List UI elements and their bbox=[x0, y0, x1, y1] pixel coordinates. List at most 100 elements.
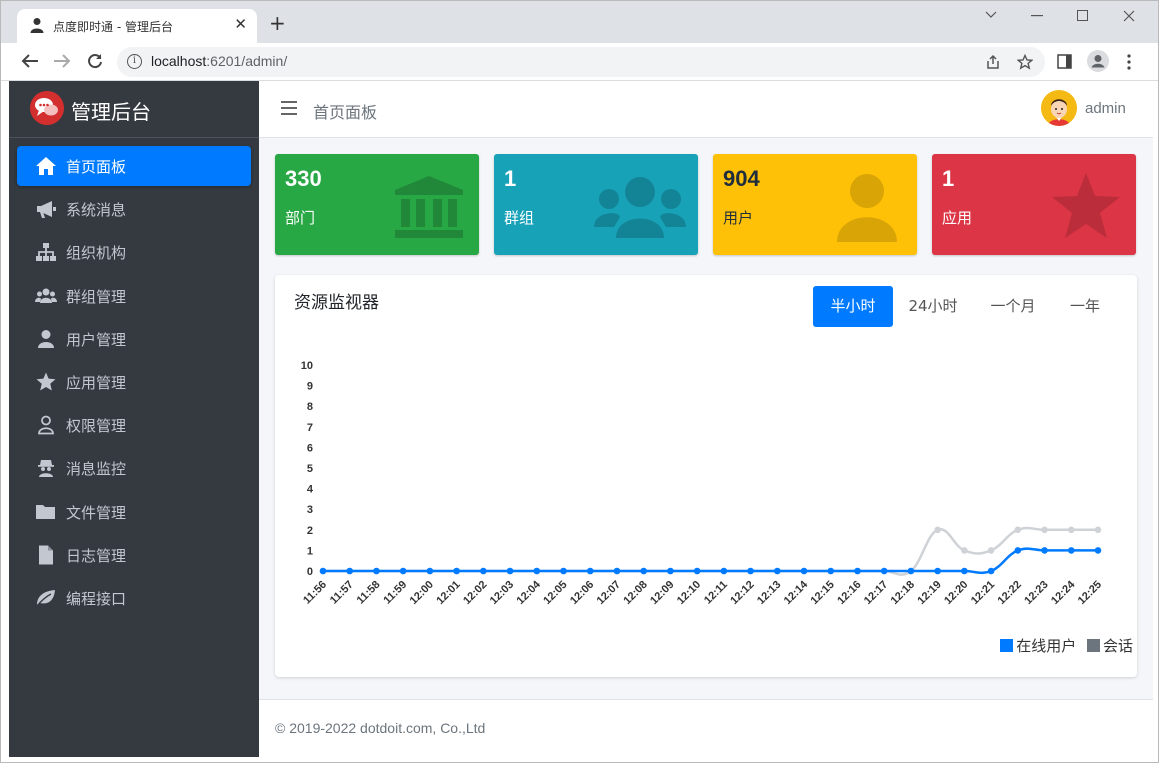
url-host: localhost bbox=[151, 53, 207, 69]
sidebar-item-dashboard[interactable]: 首页面板 bbox=[17, 146, 251, 186]
data-point-sessions bbox=[1041, 526, 1048, 534]
x-tick-label: 12:18 bbox=[889, 579, 917, 607]
legend-label: 在线用户 bbox=[1016, 637, 1077, 655]
data-point-online-users bbox=[373, 567, 380, 575]
range-tab-year[interactable]: 一年 bbox=[1055, 286, 1115, 327]
sidebar-item-logs[interactable]: 日志管理 bbox=[17, 535, 251, 575]
stat-card-groups[interactable]: 1 群组 bbox=[494, 154, 698, 255]
sidebar-item-applications[interactable]: 应用管理 bbox=[17, 362, 251, 402]
x-tick-label: 12:16 bbox=[835, 579, 863, 607]
share-icon[interactable] bbox=[985, 54, 1001, 70]
legend-swatch bbox=[1086, 639, 1100, 652]
main-content: 首页面板 admin 330 部门 1 群组 904 用户 1 应用 资源监视器… bbox=[259, 81, 1153, 757]
username[interactable]: admin bbox=[1085, 100, 1126, 117]
maximize-icon[interactable] bbox=[1077, 10, 1088, 21]
x-tick-label: 12:22 bbox=[996, 579, 1024, 607]
data-point-sessions bbox=[987, 547, 995, 554]
sidebar-item-permissions[interactable]: 权限管理 bbox=[17, 405, 251, 445]
data-point-online-users bbox=[533, 567, 541, 575]
stat-card-departments[interactable]: 330 部门 bbox=[275, 154, 479, 255]
minimize-icon[interactable] bbox=[1031, 15, 1043, 17]
brand[interactable]: 管理后台 bbox=[9, 81, 259, 138]
card-label: 群组 bbox=[504, 209, 535, 227]
sidebar-item-files[interactable]: 文件管理 bbox=[17, 492, 251, 532]
sidebar-item-message-monitor[interactable]: 消息监控 bbox=[17, 448, 251, 488]
menu-dots-icon[interactable] bbox=[1127, 54, 1131, 70]
browser-tab[interactable]: 点度即时通 - 管理后台 ✕ bbox=[17, 9, 257, 43]
users-icon bbox=[594, 177, 686, 238]
sidebar-item-label: 应用管理 bbox=[66, 374, 127, 392]
profile-icon[interactable] bbox=[1087, 50, 1109, 72]
sidebar: 管理后台 首页面板 系统消息 组织机构 群组管理 用户管理 应用管理 权限管理 … bbox=[9, 81, 259, 757]
x-tick-label: 12:11 bbox=[702, 579, 730, 607]
x-tick-label: 12:25 bbox=[1076, 579, 1104, 607]
data-point-online-users bbox=[774, 567, 781, 575]
data-point-online-users bbox=[453, 567, 460, 575]
stat-card-applications[interactable]: 1 应用 bbox=[932, 154, 1136, 255]
spy-icon bbox=[38, 460, 54, 477]
user-icon bbox=[30, 18, 44, 33]
sidebar-item-groups[interactable]: 群组管理 bbox=[17, 276, 251, 316]
info-icon[interactable]: i bbox=[127, 54, 142, 69]
side-panel-icon[interactable] bbox=[1057, 54, 1072, 69]
card-value: 1 bbox=[504, 166, 517, 191]
bank-icon bbox=[395, 176, 463, 238]
sitemap-icon bbox=[36, 243, 56, 261]
range-tab-month[interactable]: 一个月 bbox=[977, 286, 1049, 327]
data-point-online-users bbox=[640, 567, 647, 575]
back-icon[interactable] bbox=[21, 53, 39, 69]
hamburger-menu-icon[interactable] bbox=[281, 101, 297, 115]
y-tick-label: 8 bbox=[307, 401, 313, 413]
range-tab-half-hour[interactable]: 半小时 bbox=[813, 286, 893, 327]
y-tick-label: 3 bbox=[307, 504, 313, 516]
sidebar-item-label: 首页面板 bbox=[66, 158, 127, 176]
sidebar-item-users[interactable]: 用户管理 bbox=[17, 319, 251, 359]
range-tab-24h[interactable]: 24小时 bbox=[897, 286, 969, 327]
data-point-online-users bbox=[934, 567, 941, 575]
data-point-online-users bbox=[720, 567, 728, 575]
new-tab-button[interactable]: + bbox=[269, 13, 286, 33]
data-point-online-users bbox=[961, 567, 968, 575]
window-close-icon[interactable] bbox=[1123, 10, 1135, 22]
legend-swatch bbox=[1000, 639, 1014, 652]
address-bar[interactable]: i localhost:6201/admin/ bbox=[117, 47, 1045, 77]
resource-monitor-panel: 资源监视器 半小时 24小时 一个月 一年 0 1 2 3 4 5 6 7 8 9 10 11:56 1… bbox=[275, 275, 1137, 677]
data-point-online-users bbox=[1094, 547, 1102, 554]
close-icon[interactable]: ✕ bbox=[234, 15, 247, 33]
stat-card-users[interactable]: 904 用户 bbox=[713, 154, 917, 255]
data-point-sessions bbox=[1067, 526, 1075, 534]
data-point-online-users bbox=[506, 567, 514, 575]
brand-title: 管理后台 bbox=[71, 100, 151, 124]
star-icon bbox=[36, 372, 56, 391]
x-tick-label: 12:01 bbox=[434, 579, 462, 607]
avatar[interactable] bbox=[1041, 90, 1077, 126]
data-point-online-users bbox=[346, 567, 354, 575]
data-point-online-users bbox=[693, 567, 701, 575]
reload-icon[interactable] bbox=[87, 53, 103, 69]
data-point-online-users bbox=[1014, 547, 1022, 554]
data-point-online-users bbox=[667, 567, 674, 575]
card-label: 应用 bbox=[942, 209, 973, 227]
bookmark-star-icon[interactable] bbox=[1017, 54, 1033, 70]
sidebar-item-organization[interactable]: 组织机构 bbox=[17, 232, 251, 272]
forward-icon[interactable] bbox=[53, 53, 71, 69]
user-icon bbox=[837, 174, 897, 242]
chevron-down-icon[interactable] bbox=[985, 11, 997, 19]
sidebar-item-api[interactable]: 编程接口 bbox=[17, 578, 251, 618]
page-title[interactable]: 首页面板 bbox=[313, 99, 377, 123]
data-point-sessions bbox=[934, 526, 941, 534]
tab-title: 点度即时通 - 管理后台 bbox=[53, 20, 173, 34]
bullhorn-icon bbox=[37, 201, 56, 218]
data-point-online-users bbox=[586, 567, 594, 575]
x-tick-label: 12:08 bbox=[621, 579, 649, 607]
x-tick-label: 12:24 bbox=[1049, 578, 1078, 607]
legend-item-online-users[interactable]: 在线用户 bbox=[1000, 635, 1076, 656]
legend-item-sessions[interactable]: 会话 bbox=[1086, 635, 1133, 656]
card-value: 330 bbox=[285, 166, 322, 191]
data-point-online-users bbox=[854, 567, 861, 575]
sidebar-item-label: 编程接口 bbox=[66, 590, 127, 608]
data-point-online-users bbox=[747, 567, 754, 575]
y-tick-label: 1 bbox=[307, 545, 313, 557]
sidebar-item-system-messages[interactable]: 系统消息 bbox=[17, 189, 251, 229]
x-tick-label: 12:19 bbox=[915, 579, 943, 607]
